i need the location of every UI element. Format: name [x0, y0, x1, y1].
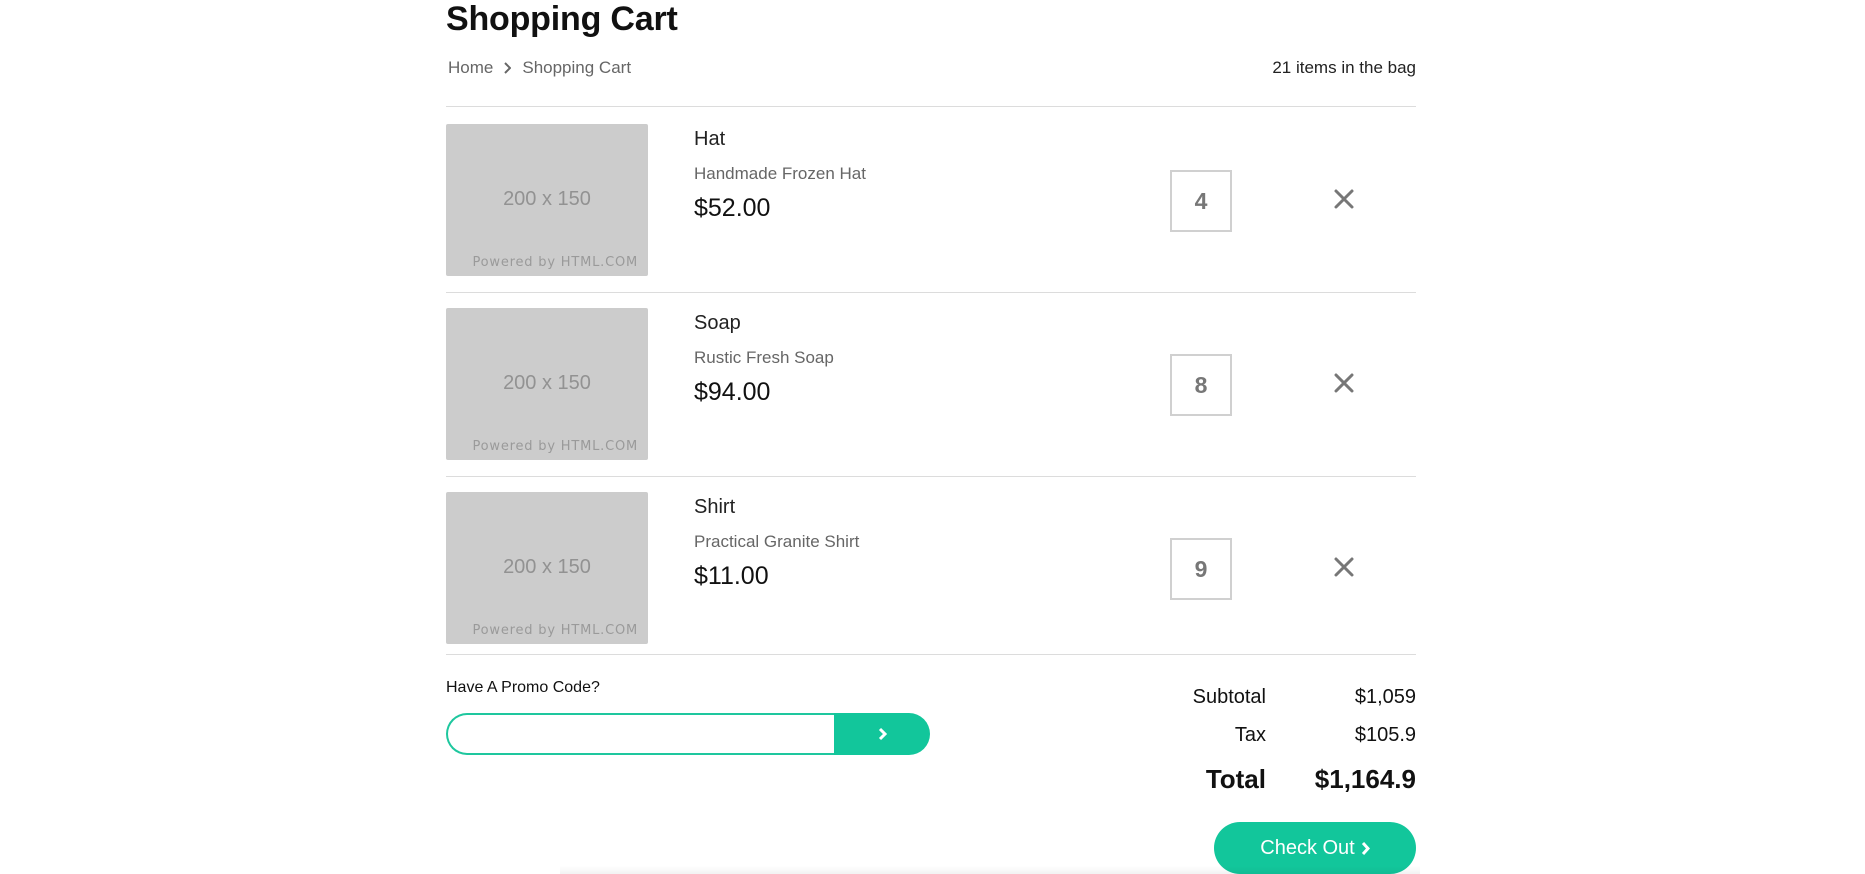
- quantity-input[interactable]: 9: [1170, 538, 1232, 600]
- tax-value: $105.9: [1354, 724, 1416, 746]
- apply-promo-button[interactable]: [834, 713, 930, 755]
- tax-row: Tax $105.9: [1116, 724, 1416, 762]
- cart-item: 200 x 150 Powered by HTML.COM Hat Handma…: [446, 108, 1416, 292]
- product-price: $94.00: [694, 378, 771, 406]
- product-name: Soap: [694, 312, 741, 334]
- subtotal-label: Subtotal: [1192, 686, 1266, 708]
- checkout-label: Check Out: [1260, 836, 1355, 859]
- breadcrumb-current: Shopping Cart: [522, 58, 632, 77]
- product-name: Shirt: [694, 496, 736, 518]
- close-icon: [1334, 557, 1354, 577]
- footer-shadow: [560, 866, 1420, 874]
- shopping-cart: Shopping Cart Home Shopping Cart 21 item…: [446, 0, 1416, 874]
- product-name: Hat: [694, 128, 726, 150]
- product-description: Handmade Frozen Hat: [694, 164, 866, 183]
- subtotal-row: Subtotal $1,059: [1116, 686, 1416, 724]
- remove-item-button[interactable]: [1333, 188, 1355, 210]
- divider: [446, 106, 1416, 107]
- bag-item-count: 21 items in the bag: [1272, 58, 1416, 77]
- quantity-input[interactable]: 8: [1170, 354, 1232, 416]
- chevron-right-icon: [878, 727, 887, 741]
- image-caption: Powered by HTML.COM: [472, 439, 638, 454]
- image-caption: Powered by HTML.COM: [472, 623, 638, 638]
- breadcrumb-home-link[interactable]: Home: [448, 58, 493, 78]
- cart-item: 200 x 150 Powered by HTML.COM Shirt Prac…: [446, 476, 1416, 660]
- cart-item: 200 x 150 Powered by HTML.COM Soap Rusti…: [446, 292, 1416, 476]
- quantity-input[interactable]: 4: [1170, 170, 1232, 232]
- total-value: $1,164.9: [1314, 764, 1416, 794]
- product-price: $11.00: [694, 562, 769, 590]
- tax-label: Tax: [1234, 724, 1266, 746]
- product-description: Rustic Fresh Soap: [694, 348, 834, 367]
- chevron-right-icon: [1361, 841, 1370, 855]
- close-icon: [1334, 189, 1354, 209]
- image-caption: Powered by HTML.COM: [472, 255, 638, 270]
- image-placeholder-text: 200 x 150: [503, 556, 591, 578]
- breadcrumb: Home Shopping Cart: [448, 58, 631, 78]
- remove-item-button[interactable]: [1333, 556, 1355, 578]
- page-title: Shopping Cart: [446, 0, 678, 38]
- close-icon: [1334, 373, 1354, 393]
- order-totals: Subtotal $1,059 Tax $105.9 Total $1,164.…: [1116, 686, 1416, 808]
- remove-item-button[interactable]: [1333, 372, 1355, 394]
- product-image: 200 x 150 Powered by HTML.COM: [446, 308, 648, 460]
- image-placeholder-text: 200 x 150: [503, 188, 591, 210]
- product-price: $52.00: [694, 194, 771, 222]
- promo-code-label: Have A Promo Code?: [446, 679, 600, 696]
- total-row: Total $1,164.9: [1116, 764, 1416, 808]
- product-image: 200 x 150 Powered by HTML.COM: [446, 492, 648, 644]
- subtotal-value: $1,059: [1354, 686, 1416, 708]
- promo-code-input[interactable]: [446, 713, 834, 755]
- product-description: Practical Granite Shirt: [694, 532, 860, 551]
- chevron-right-icon: [504, 62, 512, 74]
- total-label: Total: [1205, 764, 1266, 794]
- image-placeholder-text: 200 x 150: [503, 372, 591, 394]
- divider: [446, 654, 1416, 655]
- promo-code-form: [446, 713, 930, 755]
- product-image: 200 x 150 Powered by HTML.COM: [446, 124, 648, 276]
